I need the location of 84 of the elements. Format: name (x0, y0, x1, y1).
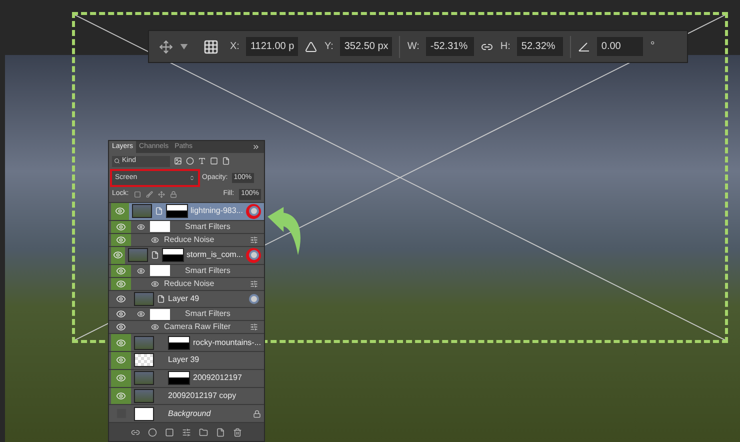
filter-mask-thumbnail (150, 308, 170, 320)
smart-filters-label: Smart Filters (185, 308, 230, 320)
value-field[interactable]: 352.50 px (340, 37, 392, 56)
eye-icon[interactable] (151, 280, 159, 288)
filter-name: Camera Raw Filter (164, 321, 232, 334)
field-label: W: (407, 40, 420, 54)
eye-icon (116, 222, 126, 232)
adjustment-filter-icon[interactable] (186, 157, 194, 165)
eye-icon (116, 309, 126, 320)
trash-icon[interactable] (233, 428, 242, 436)
lock-icon (253, 410, 261, 418)
new-layer-icon[interactable] (216, 428, 225, 436)
visibility-cell[interactable] (111, 264, 131, 276)
eye-icon (116, 234, 126, 245)
layer-thumbnail (134, 406, 154, 421)
filter-mask-thumbnail (150, 265, 170, 276)
value-field[interactable]: 1121.00 p (246, 37, 298, 56)
value-field[interactable]: 0.00 (597, 37, 644, 56)
eye-icon (112, 250, 123, 260)
visibility-cell[interactable] (111, 220, 131, 233)
adjustment-layer-icon[interactable] (182, 428, 191, 436)
filter-name: Reduce Noise (164, 278, 216, 290)
type-filter-icon[interactable] (198, 157, 206, 165)
smart-filters-label: Smart Filters (185, 220, 230, 233)
filter-options-icon[interactable] (250, 236, 258, 244)
layer-name: 20092012197 copy (168, 390, 238, 402)
folder-icon[interactable] (199, 428, 208, 436)
visibility-cell[interactable] (111, 388, 131, 404)
layer-style-icon[interactable] (148, 428, 157, 436)
visibility-cell[interactable] (111, 370, 131, 386)
eye-icon (116, 322, 126, 332)
filter-options-icon[interactable] (250, 323, 258, 332)
field-label: Y: (324, 40, 334, 54)
layer-name: 20092012197 (193, 372, 243, 384)
smart-filters-label: Smart Filters (185, 264, 230, 276)
eye-icon (116, 266, 126, 276)
layer-name: Layer 49 (168, 292, 200, 305)
eye-icon (114, 206, 125, 216)
eye-icon[interactable] (137, 222, 145, 231)
layer-name: lightning-983... (190, 205, 243, 218)
filter-mask-thumbnail (150, 221, 170, 232)
reference-point-icon[interactable] (203, 38, 219, 54)
value-field[interactable]: -52.31% (426, 37, 474, 56)
shape-filter-icon[interactable] (210, 157, 218, 165)
filter-name: Reduce Noise (164, 234, 216, 246)
layer-name: Layer 39 (168, 354, 200, 366)
search-icon (114, 158, 120, 164)
eye-icon (116, 355, 126, 366)
link-layers-icon[interactable] (131, 428, 140, 436)
visibility-cell[interactable] (111, 203, 129, 220)
visibility-cell[interactable] (111, 334, 131, 351)
eye-icon[interactable] (151, 236, 159, 244)
lock-position-icon[interactable] (158, 191, 165, 198)
layer-name: Background (168, 408, 212, 420)
delta-icon[interactable] (305, 40, 318, 52)
visibility-cell[interactable] (111, 352, 131, 369)
eye-icon (116, 390, 126, 401)
smart-object-filter-icon[interactable] (222, 157, 230, 165)
lock-pixels-icon[interactable] (146, 191, 153, 198)
layer-name: storm_is_com... (186, 249, 243, 262)
field-label: H: (500, 40, 510, 54)
filter-options-icon[interactable] (250, 280, 258, 288)
panel-menu-icon[interactable] (252, 143, 260, 151)
value-field[interactable]: 52.32% (517, 37, 564, 56)
visibility-cell[interactable] (111, 278, 131, 290)
eye-icon[interactable] (137, 310, 145, 318)
layer-name: rocky-mountains-... (192, 336, 261, 349)
visibility-cell[interactable] (111, 234, 131, 246)
degree-unit: ° (650, 39, 655, 54)
add-mask-icon[interactable] (165, 428, 174, 436)
field-label: X: (230, 40, 240, 54)
transform-tool-icon[interactable] (159, 40, 173, 54)
eye-icon (116, 373, 126, 384)
lock-transparency-icon[interactable] (134, 191, 141, 198)
eye-icon[interactable] (151, 323, 159, 332)
dropdown-caret-icon[interactable] (180, 44, 188, 50)
pixel-filter-icon[interactable] (174, 157, 182, 165)
eye-icon (116, 338, 126, 348)
angle-icon (578, 42, 590, 52)
eye-icon (116, 294, 126, 304)
eye-icon[interactable] (137, 266, 145, 274)
visibility-cell[interactable] (111, 246, 125, 264)
eye-icon (116, 278, 126, 288)
lock-all-icon[interactable] (170, 191, 177, 198)
